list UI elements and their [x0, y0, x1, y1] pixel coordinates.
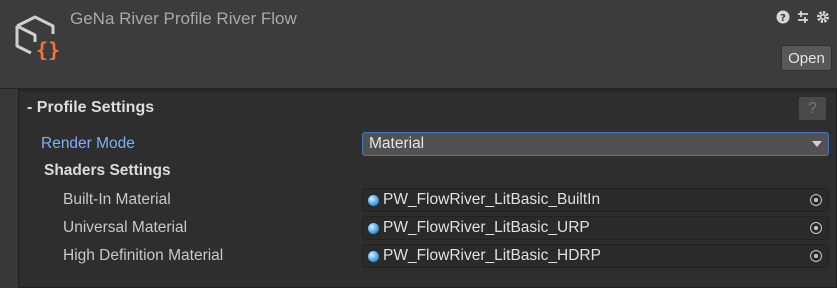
section-title-profile-settings[interactable]: - Profile Settings [27, 99, 154, 117]
svg-text:?: ? [780, 13, 786, 24]
material-icon [368, 251, 379, 262]
svg-text:{}: {} [36, 38, 59, 60]
dropdown-arrow-icon [812, 141, 822, 147]
profile-settings-panel: - Profile Settings ? Render Mode Materia… [18, 89, 837, 288]
material-icon [368, 223, 379, 234]
asset-title: GeNa River Profile River Flow [70, 9, 297, 28]
shaders-settings-title: Shaders Settings [44, 162, 171, 179]
object-picker-icon[interactable] [804, 189, 828, 211]
universal-material-field[interactable]: PW_FlowRiver_LitBasic_URP [362, 216, 829, 240]
settings-icon[interactable] [815, 9, 831, 25]
render-mode-label: Render Mode [41, 135, 135, 152]
panel-top-border [19, 89, 836, 92]
builtin-material-field[interactable]: PW_FlowRiver_LitBasic_BuiltIn [362, 188, 829, 212]
universal-material-value: PW_FlowRiver_LitBasic_URP [383, 219, 590, 236]
object-picker-icon[interactable] [804, 217, 828, 239]
universal-material-label: Universal Material [63, 219, 188, 236]
hd-material-field[interactable]: PW_FlowRiver_LitBasic_HDRP [362, 244, 829, 268]
section-help-button[interactable]: ? [799, 97, 826, 120]
material-icon [368, 195, 379, 206]
hd-material-value: PW_FlowRiver_LitBasic_HDRP [383, 247, 601, 264]
hd-material-label: High Definition Material [63, 247, 224, 264]
inspector-header: {} GeNa River Profile River Flow ? Open [0, 0, 837, 88]
preset-icon[interactable] [795, 9, 811, 25]
open-button[interactable]: Open [781, 45, 832, 71]
object-picker-icon[interactable] [804, 245, 828, 267]
builtin-material-label: Built-In Material [63, 191, 171, 208]
render-mode-dropdown[interactable]: Material [362, 132, 829, 156]
header-icons: ? [775, 9, 831, 25]
help-icon[interactable]: ? [775, 9, 791, 25]
builtin-material-value: PW_FlowRiver_LitBasic_BuiltIn [383, 191, 601, 208]
render-mode-value: Material [369, 135, 425, 152]
asset-script-icon: {} [15, 15, 59, 60]
